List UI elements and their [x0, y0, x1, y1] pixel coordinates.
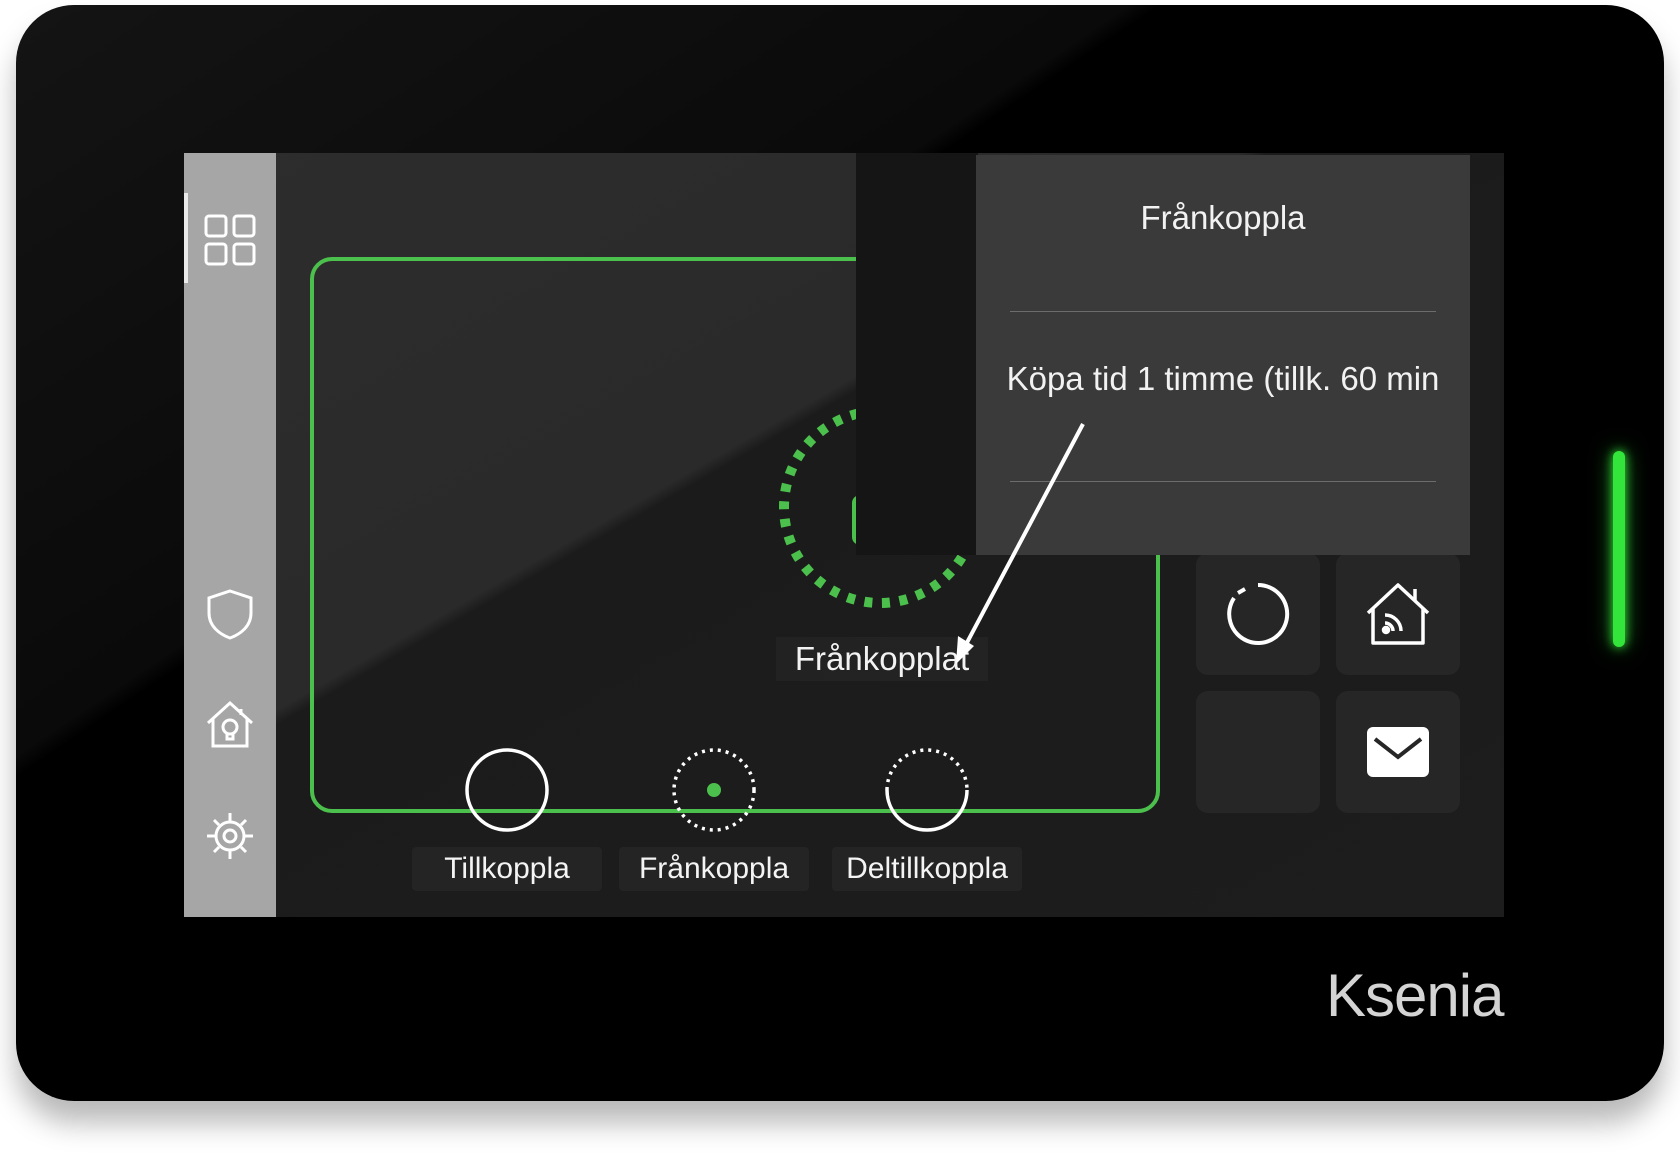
refresh-ring-icon [1227, 582, 1290, 645]
arm-button[interactable]: Tillkoppla [412, 743, 602, 903]
tile-smart-home[interactable] [1336, 553, 1460, 675]
sidebar [184, 153, 276, 917]
disarm-options-popup: Frånkoppla Köpa tid 1 timme (tillk. 60 m… [976, 155, 1470, 555]
popup-option-delay[interactable]: Köpa tid 1 timme (tillk. 60 min [996, 359, 1450, 399]
dotted-ring-dot-icon [667, 743, 761, 837]
settings-gear-icon[interactable] [203, 809, 257, 863]
mail-envelope-icon [1367, 727, 1429, 777]
brand-logo: Ksenia [1326, 962, 1504, 1029]
popup-divider [1010, 311, 1436, 312]
overlay-gap [856, 153, 978, 555]
status-led [1613, 451, 1625, 647]
popup-title: Frånkoppla [1140, 199, 1306, 236]
disarm-button-label: Frånkoppla [619, 847, 809, 891]
popup-divider [1010, 481, 1436, 482]
tile-empty[interactable] [1196, 691, 1320, 813]
partial-arm-button-label: Deltillkoppla [832, 847, 1022, 891]
smart-home-wifi-icon [1366, 583, 1430, 645]
dashboard-grid-icon[interactable] [203, 213, 257, 267]
disarm-button[interactable]: Frånkoppla [619, 743, 809, 903]
arm-button-label: Tillkoppla [412, 847, 602, 891]
smart-home-icon[interactable] [203, 697, 257, 751]
tile-refresh[interactable] [1196, 553, 1320, 675]
shield-icon[interactable] [203, 587, 257, 641]
partial-ring-icon [880, 743, 974, 837]
partial-arm-button[interactable]: Deltillkoppla [832, 743, 1022, 903]
status-label: Frånkopplat [776, 637, 988, 681]
keypad-device: Frånkopplat Tillkoppla Frånkoppla Deltil… [16, 5, 1664, 1101]
sidebar-active-indicator [184, 193, 188, 283]
solid-ring-icon [460, 743, 554, 837]
tile-mail[interactable] [1336, 691, 1460, 813]
